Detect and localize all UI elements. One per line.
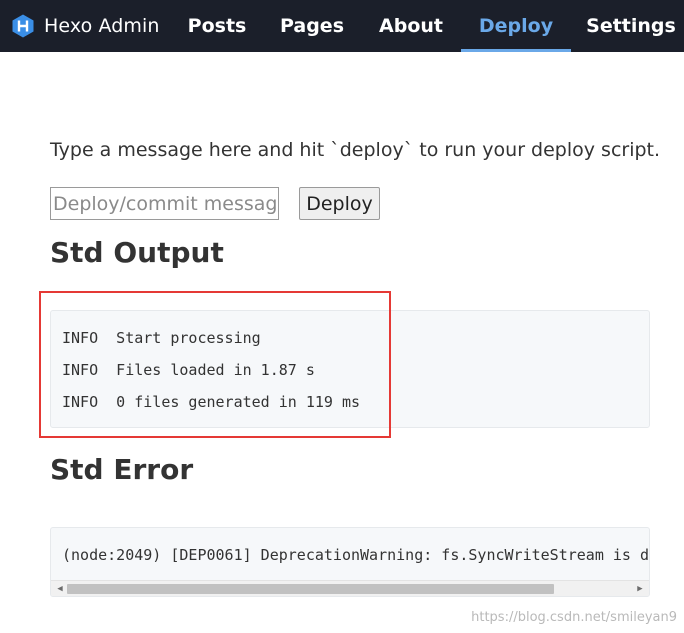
stderr-heading: Std Error	[50, 453, 194, 486]
brand[interactable]: Hexo Admin	[12, 0, 160, 52]
log-line: (node:2049) [DEP0061] DeprecationWarning…	[62, 546, 650, 564]
stdout-heading: Std Output	[50, 236, 224, 269]
scroll-right-icon[interactable]: ▶	[634, 583, 646, 595]
deploy-instructions: Type a message here and hit `deploy` to …	[50, 139, 661, 161]
brand-label: Hexo Admin	[44, 15, 160, 37]
stdout-log: INFO Start processing INFO Files loaded …	[50, 310, 650, 428]
log-line: INFO Start processing	[62, 329, 261, 347]
nav-deploy[interactable]: Deploy	[461, 0, 571, 52]
nav-posts[interactable]: Posts	[182, 0, 252, 52]
nav-settings[interactable]: Settings	[585, 0, 677, 52]
scroll-left-icon[interactable]: ◀	[54, 583, 66, 595]
scrollbar-thumb[interactable]	[67, 584, 554, 594]
deploy-button[interactable]: Deploy	[299, 187, 380, 220]
nav-about[interactable]: About	[375, 0, 447, 52]
active-tab-indicator	[461, 49, 571, 52]
watermark: https://blog.csdn.net/smileyan9	[471, 610, 677, 625]
top-navbar: Hexo Admin Posts Pages About Deploy Sett…	[0, 0, 684, 52]
stderr-log: (node:2049) [DEP0061] DeprecationWarning…	[50, 527, 650, 597]
log-line: INFO Files loaded in 1.87 s	[62, 361, 315, 379]
nav-pages[interactable]: Pages	[278, 0, 346, 52]
horizontal-scrollbar[interactable]: ◀ ▶	[51, 580, 649, 596]
nav-deploy-label: Deploy	[478, 15, 554, 37]
deploy-message-input[interactable]	[50, 187, 279, 220]
hexagon-h-icon	[12, 14, 34, 38]
log-line: INFO 0 files generated in 119 ms	[62, 393, 361, 411]
